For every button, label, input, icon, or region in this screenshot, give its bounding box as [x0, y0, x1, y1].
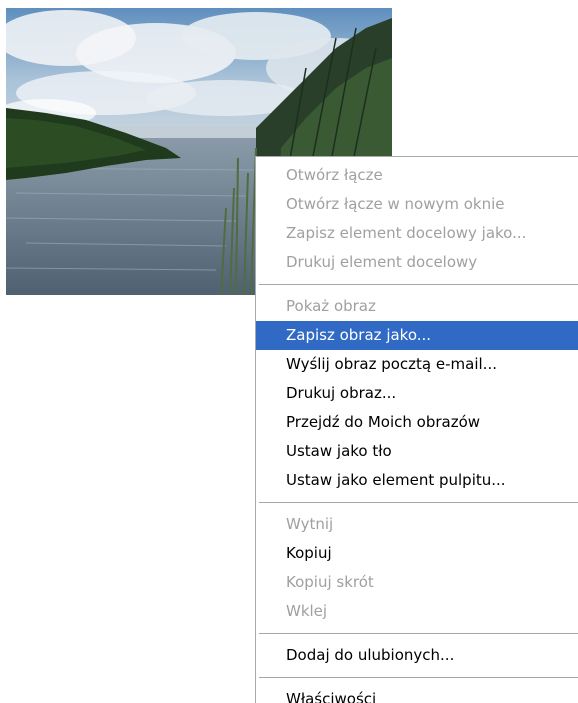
menu-item-open-link[interactable]: Otwórz łącze [256, 161, 578, 190]
menu-item-go-to-my-pictures[interactable]: Przejdź do Moich obrazów [256, 408, 578, 437]
menu-item-copy[interactable]: Kopiuj [256, 539, 578, 568]
menu-separator [256, 626, 578, 641]
menu-item-set-as-background[interactable]: Ustaw jako tło [256, 437, 578, 466]
menu-item-open-link-new-window[interactable]: Otwórz łącze w nowym oknie [256, 190, 578, 219]
menu-item-print-target[interactable]: Drukuj element docelowy [256, 248, 578, 277]
menu-item-copy-shortcut[interactable]: Kopiuj skrót [256, 568, 578, 597]
menu-separator [256, 670, 578, 685]
menu-separator [256, 495, 578, 510]
menu-item-email-picture[interactable]: Wyślij obraz pocztą e-mail... [256, 350, 578, 379]
menu-item-set-as-desktop-item[interactable]: Ustaw jako element pulpitu... [256, 466, 578, 495]
context-menu: Otwórz łącze Otwórz łącze w nowym oknie … [255, 156, 578, 703]
menu-item-save-picture-as[interactable]: Zapisz obraz jako... [256, 321, 578, 350]
menu-separator [256, 277, 578, 292]
menu-item-properties[interactable]: Właściwości [256, 685, 578, 703]
menu-item-paste[interactable]: Wklej [256, 597, 578, 626]
menu-item-cut[interactable]: Wytnij [256, 510, 578, 539]
screen: Otwórz łącze Otwórz łącze w nowym oknie … [0, 0, 578, 703]
menu-item-show-picture[interactable]: Pokaż obraz [256, 292, 578, 321]
menu-item-save-target-as[interactable]: Zapisz element docelowy jako... [256, 219, 578, 248]
menu-item-add-to-favorites[interactable]: Dodaj do ulubionych... [256, 641, 578, 670]
menu-item-print-picture[interactable]: Drukuj obraz... [256, 379, 578, 408]
